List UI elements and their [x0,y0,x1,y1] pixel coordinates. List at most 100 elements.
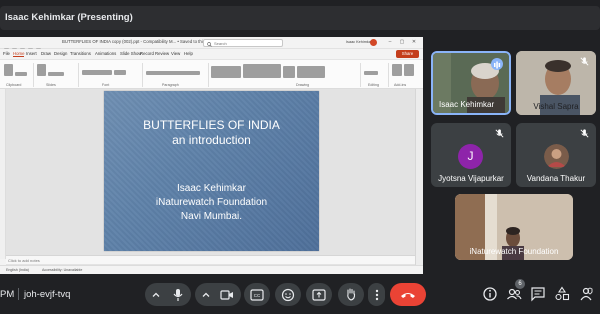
status-language: English (India) [6,268,29,272]
speaking-indicator-icon [491,58,503,70]
chat-icon[interactable] [530,286,546,302]
tab-home[interactable]: Home [13,51,25,57]
current-slide[interactable]: BUTTERFLIES OF INDIA an introduction Isa… [104,91,319,251]
presenting-banner: Isaac Kehimkar (Presenting) [0,6,600,30]
ribbon-group-editing: Editing [368,83,379,87]
captions-button[interactable]: CC [244,283,270,306]
tab-slide-show[interactable]: Slide Show [120,51,142,56]
presenting-chip: Isaac Kehimkar (Presenting) [0,6,600,30]
more-options-button[interactable] [368,283,385,306]
slide-line-organisation: iNaturewatch Foundation [155,197,268,208]
info-icon[interactable] [482,286,498,302]
meeting-time: PM [0,289,15,300]
participant-name: Vishal Sapra [533,102,579,111]
participant-name: Jyotsna Vijapurkar [438,174,504,183]
raise-hand-button[interactable] [338,283,364,306]
reactions-button[interactable] [275,283,301,306]
participant-name: Vandana Thakur [526,174,586,183]
ribbon-group-font: Font [102,83,110,87]
vertical-scrollbar[interactable] [415,89,423,274]
camera-control[interactable] [195,283,241,306]
emoji-icon [281,288,295,302]
more-vert-icon [375,289,378,301]
participant-tile-jyotsna[interactable]: J Jyotsna Vijapurkar [431,123,511,187]
font-controls[interactable] [81,63,139,93]
tab-draw[interactable]: Draw [41,51,51,56]
hand-icon [347,288,356,301]
clipboard-controls[interactable] [3,63,31,94]
slide-line-author: Isaac Kehimkar [177,183,246,194]
slides-controls[interactable] [36,63,76,94]
ppt-search-input[interactable]: Search [203,39,283,47]
activities-icon[interactable] [554,286,570,302]
ppt-document-title: BUTTERFLIES OF INDIA copy (002).ppt - Co… [62,39,213,44]
shared-screen: BUTTERFLIES OF INDIA copy (002).ppt - Co… [0,37,423,274]
user-avatar-icon[interactable] [370,39,377,46]
tab-transitions[interactable]: Transitions [70,51,91,56]
tab-record[interactable]: Record [140,51,154,56]
editing-controls[interactable] [363,63,385,111]
svg-text:CC: CC [254,293,261,298]
ppt-titlebar: BUTTERFLIES OF INDIA copy (002).ppt - Co… [0,37,423,53]
participant-tile-inaturewatch[interactable]: iNaturewatch Foundation [455,194,573,260]
ribbon-group-paragraph: Paragraph [162,83,179,87]
end-call-icon [401,293,415,298]
ppt-ribbon: Clipboard Slides Font Paragraph Drawing … [0,59,423,111]
tab-design[interactable]: Design [54,51,67,56]
participant-tile-isaac[interactable]: Isaac Kehimkar [431,51,511,115]
meeting-code: joh-evjf-tvq [24,289,71,300]
mic-off-icon [580,129,589,138]
notes-input[interactable]: Click to add notes [6,255,415,264]
tab-review[interactable]: Review [155,51,169,56]
paragraph-controls[interactable] [145,63,205,111]
slide-title: BUTTERFLIES OF INDIA [143,118,280,132]
share-button[interactable]: Share [396,50,419,58]
status-accessibility[interactable]: Accessibility: Unavailable [42,268,82,272]
ppt-user-name: Isaac Kehimkar [346,40,373,44]
tab-insert[interactable]: Insert [26,51,37,56]
avatar: J [458,144,483,169]
ribbon-group-clipboard: Clipboard [6,83,22,87]
host-controls-icon[interactable] [578,286,594,302]
present-button[interactable] [306,283,332,306]
bottom-toolbar: PM joh-evjf-tvq CC 6 [0,276,600,314]
mic-off-icon [495,129,504,138]
participant-tile-vishal[interactable]: Vishal Sapra [516,51,596,115]
ppt-quick-access[interactable] [4,40,58,53]
camera-icon[interactable] [220,289,234,301]
close-icon[interactable]: ✕ [410,39,418,46]
meeting-info-divider [18,288,19,300]
chevron-up-icon[interactable] [151,290,161,300]
participant-name: iNaturewatch Foundation [469,247,559,256]
presenting-label: Isaac Kehimkar (Presenting) [5,12,133,23]
meet-window: Isaac Kehimkar (Presenting) BUTTERFLIES … [0,0,600,314]
avatar [544,144,569,169]
microphone-icon[interactable] [172,288,184,302]
maximize-icon[interactable]: ▢ [398,39,406,46]
leave-call-button[interactable] [390,283,426,306]
tab-view[interactable]: View [171,51,180,56]
participant-name: Isaac Kehimkar [439,100,495,109]
minimize-icon[interactable]: – [386,39,394,46]
ribbon-group-addins: Add-ins [394,83,407,87]
ppt-status-bar: English (India) Accessibility: Unavailab… [0,265,423,274]
ribbon-group-drawing: Drawing [296,83,310,87]
mic-off-icon [580,57,589,66]
ribbon-group-slides: Slides [46,83,56,87]
present-screen-icon [312,289,326,301]
tab-file[interactable]: File [3,51,10,56]
people-count-badge: 6 [515,279,525,289]
ppt-search-placeholder: Search [214,41,227,46]
captions-icon: CC [250,289,264,301]
search-icon [207,41,212,47]
microphone-control[interactable] [145,283,191,306]
tab-help[interactable]: Help [184,51,193,56]
tab-animations[interactable]: Animations [95,51,116,56]
ppt-ribbon-tabs: File Home Insert Draw Design Transitions… [0,49,423,59]
slide-subtitle: an introduction [172,133,251,147]
participant-tile-vandana[interactable]: Vandana Thakur [516,123,596,187]
addins-controls[interactable] [391,63,417,83]
chevron-up-icon[interactable] [201,290,211,300]
drawing-controls[interactable] [210,63,330,83]
slide-line-location: Navi Mumbai. [180,211,243,222]
